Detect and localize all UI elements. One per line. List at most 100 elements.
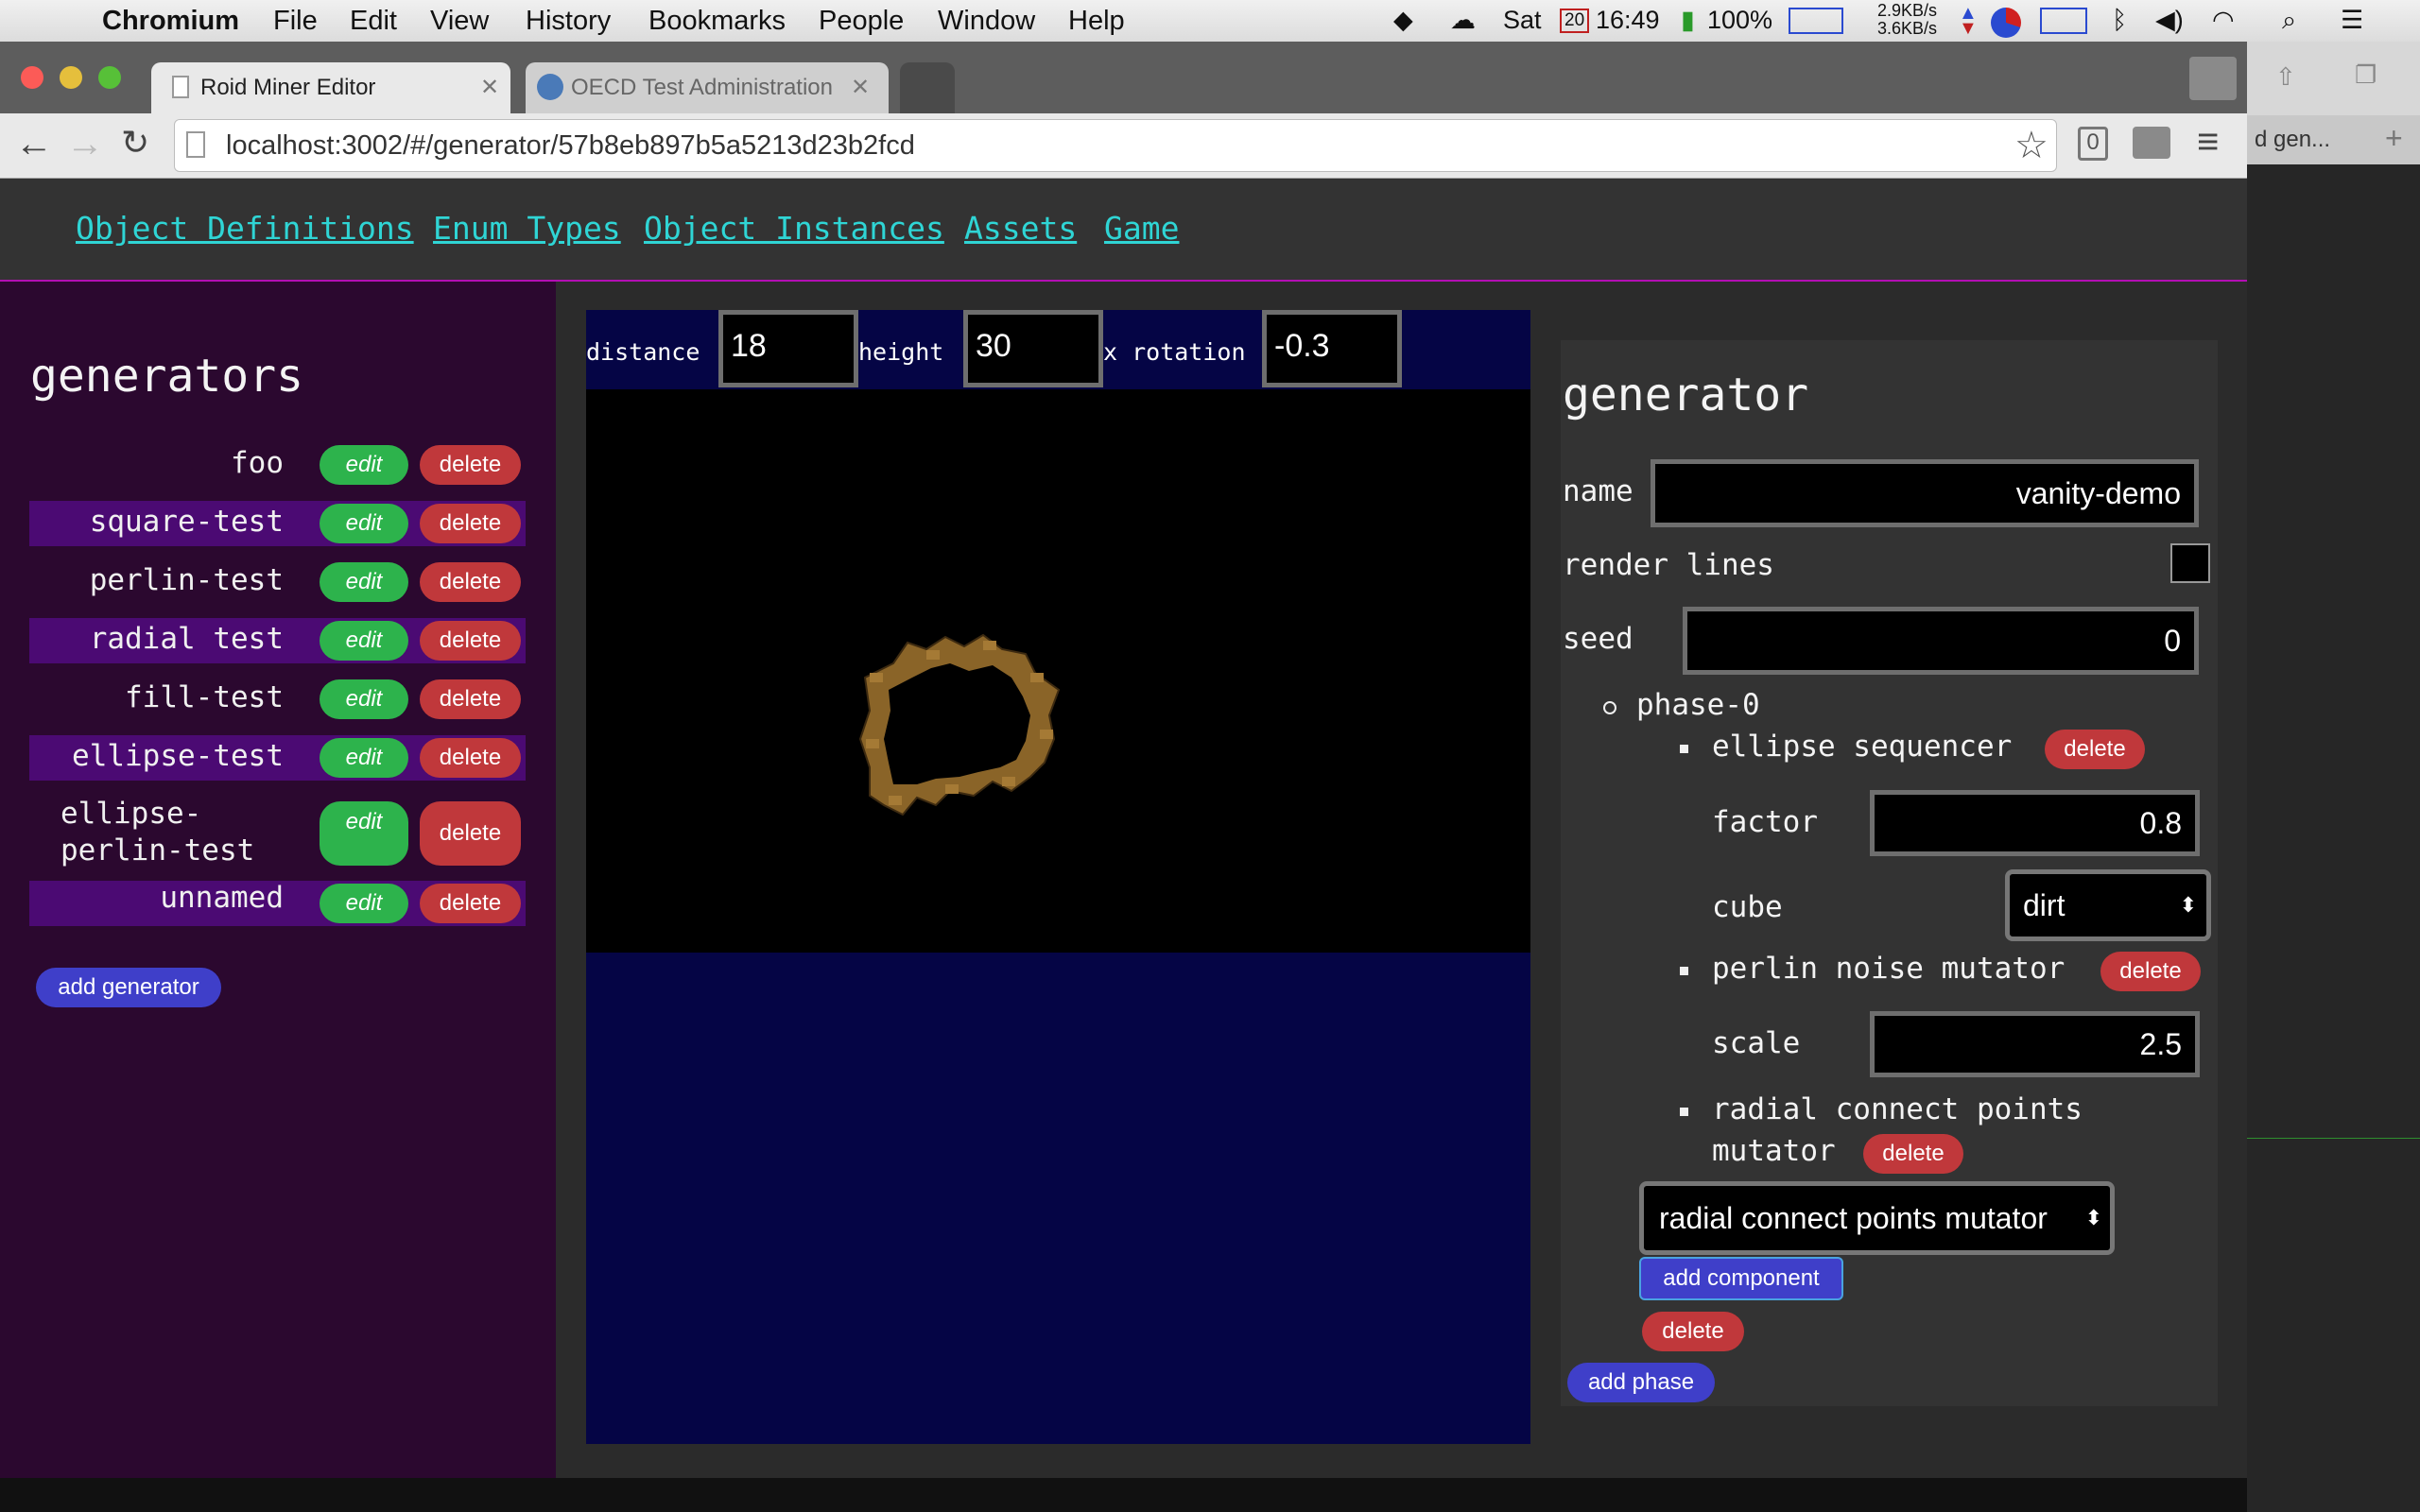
distance-label: distance bbox=[586, 338, 700, 366]
bluetooth-icon[interactable]: ᛒ bbox=[2112, 6, 2127, 35]
tab-oecd-test-administration[interactable]: OECD Test Administration ✕ bbox=[526, 62, 889, 113]
reload-icon[interactable]: ↻ bbox=[121, 123, 149, 163]
page-info-icon[interactable] bbox=[186, 131, 205, 158]
render-lines-checkbox[interactable] bbox=[2170, 543, 2210, 583]
distance-input[interactable]: 18 bbox=[718, 310, 858, 387]
delete-button[interactable]: delete bbox=[420, 679, 521, 719]
notification-center-icon[interactable]: ☰ bbox=[2341, 6, 2363, 35]
window-bottom-edge bbox=[0, 1478, 2247, 1512]
delete-button[interactable]: delete bbox=[420, 621, 521, 661]
cube-select[interactable]: dirt ⬍ bbox=[2005, 869, 2211, 941]
zoom-window-icon[interactable] bbox=[98, 66, 121, 89]
menu-window[interactable]: Window bbox=[938, 6, 1035, 37]
new-tab-plus-icon[interactable]: + bbox=[2385, 121, 2403, 156]
dropbox-icon[interactable]: ◆ bbox=[1393, 6, 1413, 35]
generator-3d-preview[interactable]: distance 18 height 30 x rotation -0.3 bbox=[586, 310, 1530, 1444]
edit-button[interactable]: edit bbox=[320, 801, 408, 866]
delete-button[interactable]: delete bbox=[420, 884, 521, 923]
tab-roid-miner-editor[interactable]: Roid Miner Editor ✕ bbox=[151, 62, 510, 113]
cloud-icon[interactable]: ☁ bbox=[1450, 6, 1476, 35]
tab-close-icon[interactable]: ✕ bbox=[851, 74, 870, 101]
block-highlight bbox=[1040, 730, 1053, 739]
back-arrow-icon[interactable]: ← bbox=[15, 123, 53, 165]
delete-phase-button[interactable]: delete bbox=[1642, 1312, 1744, 1351]
add-component-button[interactable]: add component bbox=[1639, 1257, 1843, 1300]
menu-day: Sat bbox=[1503, 6, 1542, 34]
tabs-overview-icon[interactable]: ❐ bbox=[2355, 60, 2377, 90]
delete-component-button[interactable]: delete bbox=[2100, 952, 2201, 991]
edit-button[interactable]: edit bbox=[320, 562, 408, 602]
net-down: 3.6KB/s bbox=[1877, 19, 1938, 38]
generator-row-unnamed: unnamed edit delete bbox=[29, 881, 526, 926]
bookmark-star-icon[interactable]: ☆ bbox=[2014, 124, 2048, 167]
close-window-icon[interactable] bbox=[21, 66, 43, 89]
edit-button[interactable]: edit bbox=[320, 884, 408, 923]
extension-badge[interactable]: 0 bbox=[2078, 127, 2108, 161]
address-bar[interactable]: localhost:3002/#/generator/57b8eb897b5a5… bbox=[174, 119, 2057, 172]
delete-button[interactable]: delete bbox=[420, 562, 521, 602]
component-type-select[interactable]: radial connect points mutator ⬍ bbox=[1639, 1181, 2115, 1255]
profile-avatar-icon[interactable] bbox=[2189, 57, 2237, 100]
x-rotation-input[interactable]: -0.3 bbox=[1262, 310, 1402, 387]
nav-object-instances[interactable]: Object Instances bbox=[644, 210, 944, 247]
tab-title: Roid Miner Editor bbox=[200, 75, 376, 100]
battery-icon[interactable]: ▮ bbox=[1681, 6, 1695, 35]
factor-input[interactable]: 0.8 bbox=[1870, 790, 2200, 856]
new-tab-button[interactable] bbox=[900, 62, 955, 113]
menu-app-name[interactable]: Chromium bbox=[102, 6, 239, 37]
menu-hamburger-icon[interactable]: ≡ bbox=[2197, 121, 2219, 163]
menu-help[interactable]: Help bbox=[1068, 6, 1125, 37]
tab-close-icon[interactable]: ✕ bbox=[480, 74, 499, 101]
component-radial-connect-line1: radial connect points bbox=[1712, 1092, 2083, 1126]
background-window-tab[interactable]: d gen... + bbox=[2247, 115, 2420, 164]
nav-enum-types[interactable]: Enum Types bbox=[433, 210, 621, 247]
menu-people[interactable]: People bbox=[819, 6, 904, 37]
volume-icon[interactable]: ◀) bbox=[2155, 6, 2184, 35]
forward-arrow-icon[interactable]: → bbox=[66, 123, 104, 165]
calendar-icon[interactable]: 20 bbox=[1560, 9, 1590, 33]
block-highlight bbox=[866, 739, 879, 748]
name-input[interactable]: vanity-demo bbox=[1651, 459, 2199, 527]
seed-input[interactable]: 0 bbox=[1683, 607, 2199, 675]
url-text: localhost:3002/#/generator/57b8eb897b5a5… bbox=[226, 130, 915, 161]
divider bbox=[2247, 1138, 2420, 1139]
share-icon[interactable]: ⇧ bbox=[2275, 62, 2296, 92]
activity-graph-icon[interactable] bbox=[1789, 8, 1843, 34]
generators-sidebar: generators foo edit delete square-test e… bbox=[0, 282, 556, 1478]
delete-button[interactable]: delete bbox=[420, 445, 521, 485]
menu-view[interactable]: View bbox=[430, 6, 489, 37]
delete-component-button[interactable]: delete bbox=[1863, 1134, 1963, 1174]
nav-game[interactable]: Game bbox=[1104, 210, 1179, 247]
add-phase-button[interactable]: add phase bbox=[1567, 1363, 1715, 1402]
delete-button[interactable]: delete bbox=[420, 801, 521, 866]
nav-object-definitions[interactable]: Object Definitions bbox=[76, 210, 414, 247]
edit-button[interactable]: edit bbox=[320, 445, 408, 485]
add-generator-button[interactable]: add generator bbox=[36, 968, 221, 1007]
menu-history[interactable]: History bbox=[526, 6, 611, 37]
wifi-icon[interactable]: ◠ bbox=[2212, 6, 2235, 35]
page-icon bbox=[172, 76, 189, 98]
delete-button[interactable]: delete bbox=[420, 738, 521, 778]
menu-file[interactable]: File bbox=[273, 6, 318, 37]
scale-input[interactable]: 2.5 bbox=[1870, 1011, 2200, 1077]
height-input[interactable]: 30 bbox=[963, 310, 1103, 387]
cpu-pie-icon[interactable] bbox=[1991, 8, 2021, 38]
select-arrows-icon: ⬍ bbox=[2084, 1206, 2102, 1229]
nav-assets[interactable]: Assets bbox=[964, 210, 1077, 247]
x-rotation-label: x rotation bbox=[1103, 338, 1246, 366]
edit-button[interactable]: edit bbox=[320, 621, 408, 661]
select-arrows-icon: ⬍ bbox=[2179, 893, 2197, 917]
spotlight-search-icon[interactable]: ⌕ bbox=[2282, 6, 2296, 36]
menu-bookmarks[interactable]: Bookmarks bbox=[648, 6, 786, 37]
extension-icon[interactable] bbox=[2133, 127, 2170, 159]
delete-button[interactable]: delete bbox=[420, 504, 521, 543]
menu-edit[interactable]: Edit bbox=[350, 6, 397, 37]
render-lines-label: render lines bbox=[1563, 548, 1774, 582]
memory-graph-icon[interactable] bbox=[2040, 8, 2087, 34]
edit-button[interactable]: edit bbox=[320, 504, 408, 543]
edit-button[interactable]: edit bbox=[320, 679, 408, 719]
delete-component-button[interactable]: delete bbox=[2045, 730, 2145, 769]
render-canvas[interactable] bbox=[586, 389, 1530, 953]
minimize-window-icon[interactable] bbox=[60, 66, 82, 89]
edit-button[interactable]: edit bbox=[320, 738, 408, 778]
